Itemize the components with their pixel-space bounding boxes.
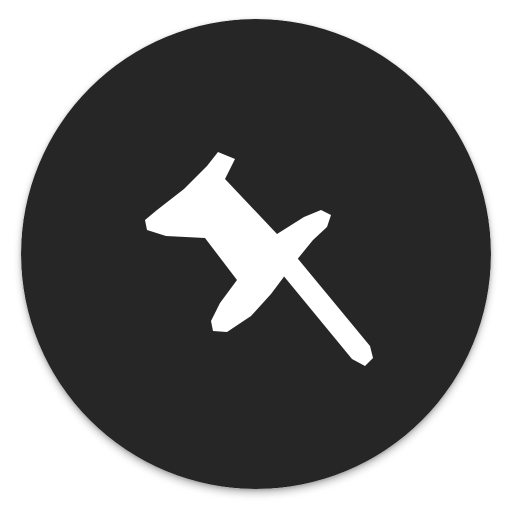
pin-button-graphic: [21, 19, 491, 489]
icon-stage: [0, 0, 512, 512]
pin-button[interactable]: [21, 19, 491, 489]
